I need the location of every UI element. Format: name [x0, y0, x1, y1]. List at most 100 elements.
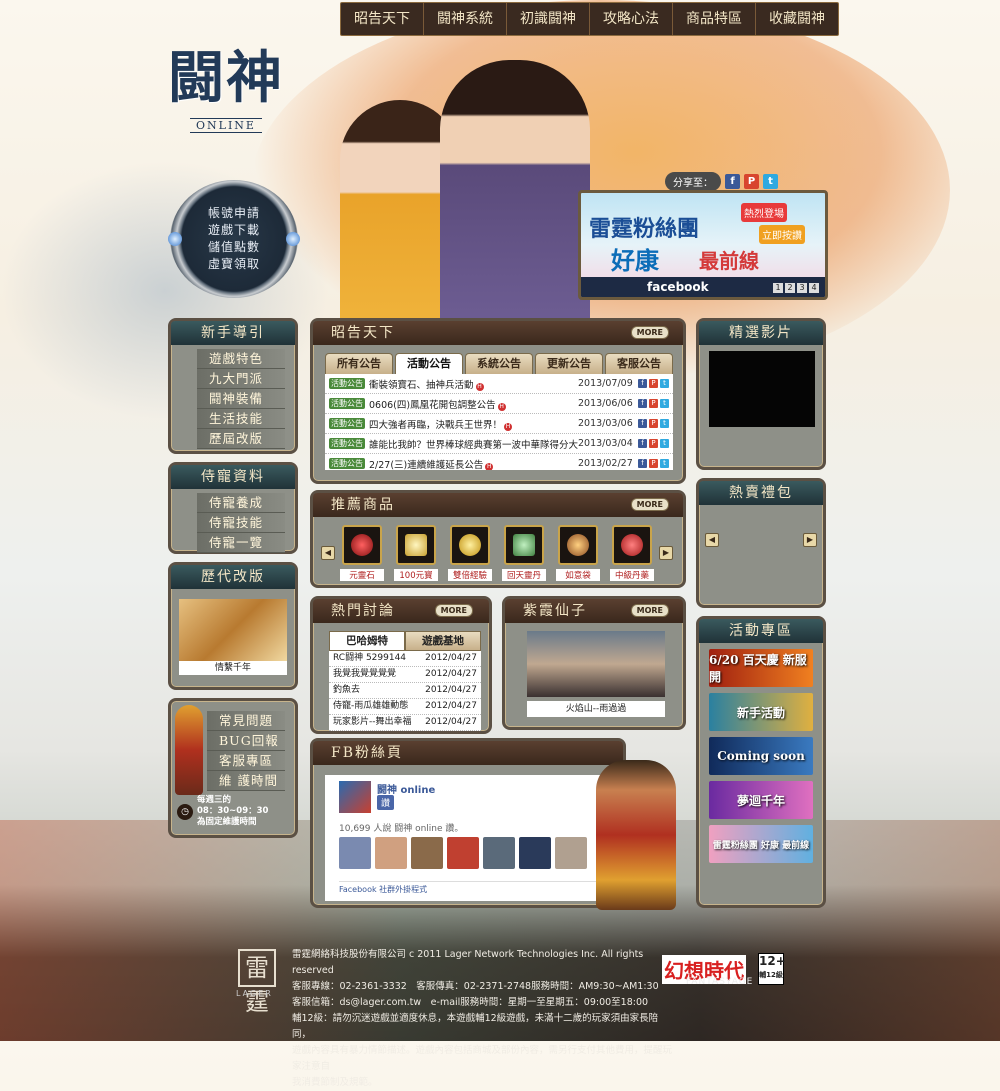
nav-system[interactable]: 闘神系統 [424, 3, 507, 35]
event-banner[interactable]: Coming soon [709, 737, 813, 775]
facebook-share-icon[interactable]: f [638, 439, 647, 448]
video-player[interactable] [709, 351, 815, 427]
game-logo[interactable]: 闘神 ONLINE [168, 38, 298, 138]
sidebar-item-service-center[interactable]: 客服專區 [207, 751, 285, 771]
product-item[interactable]: 元靈石 [340, 525, 384, 581]
nav-guide[interactable]: 攻略心法 [590, 3, 673, 35]
chevron-left-icon[interactable]: ◀ [321, 546, 335, 560]
plurk-share-icon[interactable]: P [649, 459, 658, 468]
discussion-title[interactable]: 侍寵-雨瓜雄雄動態 [333, 699, 425, 714]
tab-bahamut[interactable]: 巴哈姆特 [329, 631, 405, 651]
news-title[interactable]: 衝裝領寶石、抽神兵活動 [369, 380, 474, 391]
news-row[interactable]: 活動公告 衝裝領寶石、抽神兵活動 H 2013/07/09 fPt [325, 374, 673, 394]
event-banner[interactable]: 雷霆粉絲團 好康 最前線 [709, 825, 813, 863]
fb-fanpage-banner[interactable]: 雷霆粉絲團 好康 最前線 熱烈登場 立即按讚 facebook 1 2 3 4 [578, 190, 828, 300]
event-banner[interactable]: 新手活動 [709, 693, 813, 731]
twitter-share-icon[interactable]: t [660, 419, 669, 428]
item-claim-link[interactable]: 虛寶領取 [208, 257, 260, 272]
banner-page-2[interactable]: 2 [785, 283, 795, 293]
fb-like-button[interactable]: 讚 [377, 795, 395, 810]
chevron-left-icon[interactable]: ◀ [705, 533, 719, 547]
twitter-share-icon[interactable]: t [763, 174, 778, 189]
tab-updates[interactable]: 更新公告 [535, 353, 603, 374]
nav-intro[interactable]: 初識闘神 [507, 3, 590, 35]
list-item[interactable]: 玩家影片--舞出幸福 2012/04/27 [329, 715, 481, 731]
fanpage-name[interactable]: 闘神 online [377, 781, 435, 796]
twitter-share-icon[interactable]: t [660, 379, 669, 388]
sidebar-item-maintenance[interactable]: 維 護時間 [207, 771, 285, 791]
list-item[interactable]: 我覺我覺覺覺覺 2012/04/27 [329, 667, 481, 683]
tab-all[interactable]: 所有公告 [325, 353, 393, 374]
product-item[interactable]: 雙倍經驗 [448, 525, 492, 581]
product-item[interactable]: 中級丹藥 [610, 525, 654, 581]
avatar[interactable] [483, 837, 515, 869]
news-more-button[interactable]: MORE [630, 326, 669, 339]
plurk-share-icon[interactable]: P [649, 399, 658, 408]
sidebar-item-factions[interactable]: 九大門派 [197, 369, 285, 389]
product-item[interactable]: 100元寶 [394, 525, 438, 581]
avatar[interactable] [339, 837, 371, 869]
history-banner-image[interactable] [179, 599, 287, 661]
discussion-more-button[interactable]: MORE [434, 604, 473, 617]
sidebar-item-life-skills[interactable]: 生活技能 [197, 409, 285, 429]
news-row[interactable]: 活動公告 四大強者再臨，決戰兵王世界！ H 2013/03/06 fPt [325, 414, 673, 434]
facebook-share-icon[interactable]: f [638, 419, 647, 428]
list-item[interactable]: 釣魚去 2012/04/27 [329, 683, 481, 699]
avatar[interactable] [411, 837, 443, 869]
plurk-share-icon[interactable]: P [649, 379, 658, 388]
news-title[interactable]: 誰能比我帥？世界棒球經典賽第一波中華隊得分大預測 [369, 440, 578, 451]
discussion-title[interactable]: 玩家影片--舞出幸福 [333, 715, 425, 730]
game-download-link[interactable]: 遊戲下載 [208, 223, 260, 238]
sidebar-item-pet-raise[interactable]: 侍寵養成 [197, 493, 285, 513]
sidebar-item-versions[interactable]: 歷屆改版 [197, 429, 285, 449]
news-title[interactable]: 0606(四)鳳凰花開包調整公告 [369, 400, 496, 411]
avatar[interactable] [447, 837, 479, 869]
news-row[interactable]: 活動公告 0606(四)鳳凰花開包調整公告 H 2013/06/06 fPt [325, 394, 673, 414]
avatar[interactable] [519, 837, 551, 869]
nav-announce[interactable]: 昭告天下 [341, 3, 424, 35]
news-title[interactable]: 2/27(三)連續維護延長公告 [369, 460, 483, 471]
banner-page-3[interactable]: 3 [797, 283, 807, 293]
topup-link[interactable]: 儲值點數 [208, 240, 260, 255]
fanpage-avatar[interactable] [339, 781, 371, 813]
event-banner[interactable]: 夢迴千年 [709, 781, 813, 819]
banner-page-1[interactable]: 1 [773, 283, 783, 293]
plurk-share-icon[interactable]: P [649, 439, 658, 448]
sidebar-item-bug-report[interactable]: BUG回報 [207, 731, 285, 751]
lager-logo[interactable]: 雷霆 [238, 949, 276, 1016]
news-row[interactable]: 活動公告 誰能比我帥？世界棒球經典賽第一波中華隊得分大預測H 2013/03/0… [325, 434, 673, 454]
list-item[interactable]: RC闘神 5299144 2012/04/27 [329, 651, 481, 667]
list-item[interactable]: 侍寵-雨瓜雄雄動態 2012/04/27 [329, 699, 481, 715]
plurk-share-icon[interactable]: P [744, 174, 759, 189]
sidebar-item-features[interactable]: 遊戲特色 [197, 349, 285, 369]
avatar[interactable] [375, 837, 407, 869]
tab-gamebase[interactable]: 遊戲基地 [405, 631, 481, 651]
facebook-share-icon[interactable]: f [638, 459, 647, 468]
twitter-share-icon[interactable]: t [660, 459, 669, 468]
avatar[interactable] [555, 837, 587, 869]
tab-system[interactable]: 系統公告 [465, 353, 533, 374]
tab-service[interactable]: 客服公告 [605, 353, 673, 374]
facebook-share-icon[interactable]: f [638, 399, 647, 408]
nav-shop[interactable]: 商品特區 [673, 3, 756, 35]
product-item[interactable]: 如意袋 [556, 525, 600, 581]
discussion-title[interactable]: 我覺我覺覺覺覺 [333, 667, 425, 682]
chevron-right-icon[interactable]: ▶ [803, 533, 817, 547]
chevron-right-icon[interactable]: ▶ [659, 546, 673, 560]
twitter-share-icon[interactable]: t [660, 439, 669, 448]
sidebar-item-equipment[interactable]: 闘神裝備 [197, 389, 285, 409]
discussion-title[interactable]: RC闘神 5299144 [333, 651, 425, 666]
twitter-share-icon[interactable]: t [660, 399, 669, 408]
discussion-title[interactable]: 釣魚去 [333, 683, 425, 698]
banner-page-4[interactable]: 4 [809, 283, 819, 293]
event-banner[interactable]: 6/20 百天慶 新服開 [709, 649, 813, 687]
nav-bookmark[interactable]: 收藏闘神 [756, 3, 838, 35]
plurk-share-icon[interactable]: P [649, 419, 658, 428]
sidebar-item-faq[interactable]: 常見問題 [207, 711, 285, 731]
sidebar-item-pet-list[interactable]: 侍寵一覽 [197, 533, 285, 553]
fairy-more-button[interactable]: MORE [630, 604, 669, 617]
sidebar-item-pet-skill[interactable]: 侍寵技能 [197, 513, 285, 533]
facebook-share-icon[interactable]: f [725, 174, 740, 189]
account-register-link[interactable]: 帳號申請 [208, 206, 260, 221]
fairy-photo[interactable] [527, 631, 665, 697]
